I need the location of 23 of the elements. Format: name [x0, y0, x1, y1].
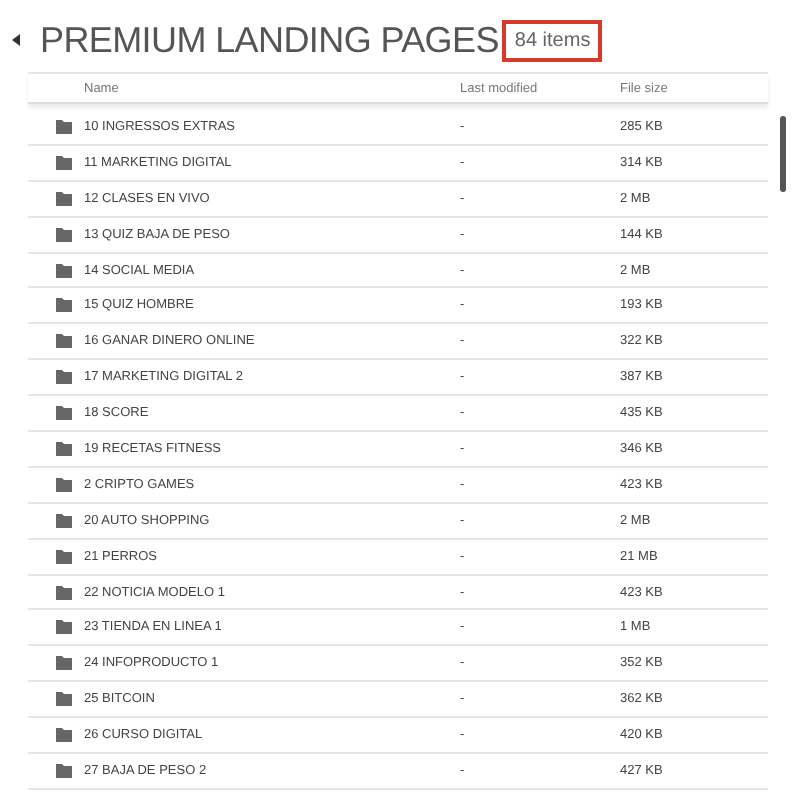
folder-icon — [56, 227, 72, 242]
folder-icon — [56, 692, 72, 707]
folder-icon — [56, 119, 72, 134]
item-count: 84 items — [502, 19, 603, 61]
folder-icon — [56, 585, 72, 600]
folder-icon — [56, 656, 72, 671]
folder-icon — [56, 370, 72, 385]
folder-icon — [56, 298, 72, 313]
folder-icon — [56, 549, 72, 564]
folder-icon — [56, 513, 72, 528]
page-title: PREMIUM LANDING PAGES — [40, 19, 499, 61]
folder-icon — [56, 263, 72, 277]
folder-icon — [56, 334, 72, 349]
folder-icon — [56, 763, 72, 778]
folder-icon — [56, 191, 72, 206]
back-icon[interactable] — [8, 32, 24, 48]
folder-icon — [56, 620, 72, 635]
folder-icon — [56, 728, 72, 743]
folder-icon — [56, 406, 72, 421]
folder-icon — [56, 155, 72, 170]
folder-icon — [56, 477, 72, 492]
folder-icon — [56, 441, 72, 456]
scrollbar-thumb[interactable] — [780, 116, 786, 192]
